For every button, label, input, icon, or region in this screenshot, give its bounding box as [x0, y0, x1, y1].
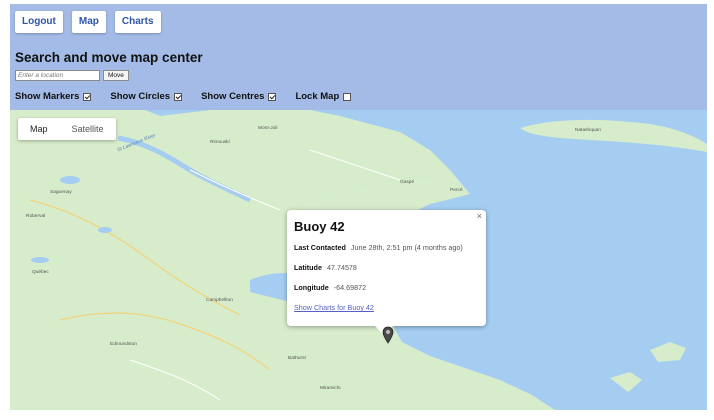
logout-button[interactable]: Logout [15, 11, 63, 33]
map-pin-icon[interactable] [382, 326, 394, 344]
toggle-label: Show Markers [15, 91, 80, 102]
place-label: Campbellton [206, 298, 233, 303]
place-label: Miramichi [320, 386, 341, 391]
buoy-info-popup: × Buoy 42 Last Contacted June 28th, 2:51… [287, 210, 486, 335]
show-centres-checkbox[interactable] [268, 92, 277, 101]
top-nav: Logout Map Charts [15, 11, 161, 33]
place-label: Roberval [26, 214, 46, 219]
show-circles-checkbox[interactable] [174, 92, 183, 101]
place-label: Natashquan [575, 128, 601, 133]
toggle-label: Lock Map [295, 91, 340, 102]
place-label: Mont-Joli [258, 126, 278, 131]
charts-button[interactable]: Charts [114, 11, 161, 33]
toggle-show-centres[interactable]: Show Centres [201, 91, 277, 102]
show-markers-checkbox[interactable] [83, 92, 92, 101]
place-label: Rimouski [210, 140, 230, 145]
latitude-value: 47.74578 [326, 263, 357, 272]
last-contacted-label: Last Contacted [294, 243, 346, 252]
last-contacted-row: Last Contacted June 28th, 2:51 pm (4 mon… [294, 243, 479, 252]
location-search-input[interactable] [15, 70, 100, 81]
map-type-satellite-tab[interactable]: Satellite [60, 118, 116, 140]
lock-map-checkbox[interactable] [343, 92, 352, 101]
place-label: Saguenay [50, 190, 72, 195]
longitude-value: -64.69872 [333, 283, 367, 292]
map-button[interactable]: Map [71, 11, 106, 33]
longitude-row: Longitude -64.69872 [294, 283, 479, 292]
place-label: Bathurst [288, 356, 306, 361]
map-canvas[interactable]: St Lawrence River Natashquan Mont-Joli R… [10, 110, 707, 410]
place-label: Percé [450, 188, 463, 193]
latitude-label: Latitude [294, 263, 322, 272]
app-window: Logout Map Charts Search and move map ce… [10, 4, 707, 410]
show-charts-link[interactable]: Show Charts for Buoy 42 [294, 303, 479, 312]
toggle-lock-map[interactable]: Lock Map [295, 91, 352, 102]
toggle-label: Show Centres [201, 91, 265, 102]
toggle-show-circles[interactable]: Show Circles [110, 91, 183, 102]
search-row: Move [15, 70, 129, 81]
place-label: Gaspé [400, 180, 415, 185]
place-label: Edmundston [110, 342, 137, 347]
last-contacted-value: June 28th, 2:51 pm (4 months ago) [350, 243, 463, 252]
map-type-map-tab[interactable]: Map [18, 118, 60, 140]
longitude-label: Longitude [294, 283, 329, 292]
move-button[interactable]: Move [103, 70, 129, 81]
page-title: Search and move map center [15, 50, 203, 65]
toggle-label: Show Circles [110, 91, 171, 102]
map-type-control: Map Satellite [18, 118, 116, 140]
popup-title: Buoy 42 [294, 219, 345, 234]
toggle-show-markers[interactable]: Show Markers [15, 91, 92, 102]
map-options: Show Markers Show Circles Show Centres L… [15, 91, 352, 102]
place-label: Québec [32, 270, 49, 275]
close-icon[interactable]: × [477, 211, 482, 221]
latitude-row: Latitude 47.74578 [294, 263, 479, 272]
